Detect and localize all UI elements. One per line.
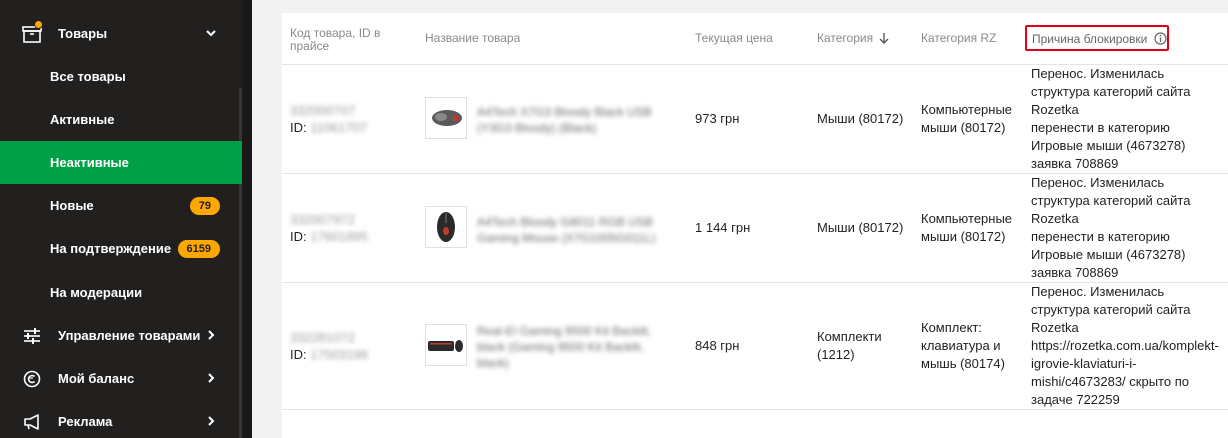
row-id-value: 17601895 [310,229,369,244]
sidebar-edge [242,0,252,438]
product-thumbnail[interactable] [425,97,467,139]
nav-new-label: Новые [50,198,94,213]
row-code: 332281072 [290,330,356,345]
header-price: Текущая цена [695,31,773,45]
row-category-rz: Компьютерные мыши (80172) [921,211,1013,244]
chevron-right-icon [204,414,218,428]
row-id-label: ID: [290,347,307,362]
row-category-rz: Комплект: клавиатура и мышь (80174) [921,320,1005,371]
info-icon[interactable] [1154,32,1167,48]
chevron-right-icon [204,328,218,342]
row-category: Комплекти (1212) [817,329,882,362]
row-reason: Перенос. Изменилась структура категорий … [1031,65,1227,173]
product-thumbnail[interactable] [425,206,467,248]
nav-inactive[interactable]: Неактивные [0,141,242,184]
nav-ads-label: Реклама [58,414,113,429]
reason-line: Перенос. Изменилась [1031,284,1165,299]
header-category[interactable]: Категория [817,32,889,47]
row-id: ID: 17503196 [290,346,368,364]
nav-moderation-label: На модерации [50,285,143,300]
nav-inactive-label: Неактивные [50,155,129,170]
reason-line: задаче 722259 [1031,392,1120,407]
reason-line: Игровые мыши (4673278) [1031,138,1186,153]
nav-all-products[interactable]: Все товары [0,55,242,98]
row-divider [282,409,1228,410]
pending-count-badge: 6159 [177,240,220,258]
balance-icon [22,369,42,389]
reason-line: структура категорий сайта [1031,193,1191,208]
reason-line: igrovie-klaviaturi-i- [1031,356,1137,371]
row-code: 332007972 [290,212,356,227]
reason-line: Перенос. Изменилась [1031,66,1165,81]
megaphone-icon [22,412,42,432]
nav-pending-label: На подтверждение [50,241,172,256]
reason-line: заявка 708869 [1031,265,1119,280]
nav-balance-label: Мой баланс [58,371,135,386]
row-category-rz: Компьютерные мыши (80172) [921,102,1013,135]
reason-line: Rozetka [1031,211,1079,226]
row-price: 1 144 грн [695,220,751,235]
product-name-link[interactable]: Real-El Gaming 9500 Kit Backlit, black (… [477,323,667,371]
row-reason: Перенос. Изменилась структура категорий … [1031,283,1227,409]
row-id-value: 17503196 [310,347,369,362]
nav-ads[interactable]: Реклама [0,400,242,438]
header-name: Название товара [425,31,521,45]
nav-my-balance[interactable]: Мой баланс [0,357,242,400]
row-category: Мыши (80172) [817,220,904,235]
reason-line: перенести в категорию [1031,120,1170,135]
header-category-rz: Категория RZ [921,31,997,45]
product-name-link[interactable]: A4Tech Bloody G8011 RGB USB Gaming Mouse… [477,214,667,246]
nav-moderation[interactable]: На модерации [0,271,242,314]
row-category: Мыши (80172) [817,111,904,126]
new-count-badge: 79 [189,197,220,215]
nav-products-label: Товары [58,26,108,41]
reason-line: структура категорий сайта [1031,302,1191,317]
chevron-down-icon [204,26,218,40]
header-code: Код товара, ID в прайсе [290,26,381,53]
nav-products[interactable]: Товары [0,12,242,55]
product-thumbnail[interactable] [425,324,467,366]
chevron-right-icon [204,371,218,385]
row-reason: Перенос. Изменилась структура категорий … [1031,174,1227,282]
notification-dot [34,19,43,29]
row-code: 332000707 [290,103,356,118]
nav-new[interactable]: Новые 79 [0,184,242,227]
reason-line: https://rozetka.com.ua/komplekt- [1031,338,1219,353]
reason-line: mishi/c4673283/ скрыто по [1031,374,1189,389]
row-id-value: 11061707 [310,120,368,135]
reason-line: Перенос. Изменилась [1031,175,1165,190]
reason-line: Игровые мыши (4673278) [1031,247,1186,262]
nav-active[interactable]: Активные [0,98,242,141]
reason-line: заявка 708869 [1031,156,1119,171]
reason-line: Rozetka [1031,320,1079,335]
row-price: 848 грн [695,338,740,353]
nav-manage-products[interactable]: Управление товарами [0,314,242,357]
reason-line: Rozetka [1031,102,1079,117]
nav-all-products-label: Все товары [50,69,126,84]
nav-manage-label: Управление товарами [58,328,201,343]
header-reason-label: Причина блокировки [1032,32,1148,46]
product-name-link[interactable]: A4Tech X7G3 Bloody Black USB (Y3G3 Blood… [477,104,667,136]
header-reason: Причина блокировки [1032,32,1167,48]
reason-line: структура категорий сайта [1031,84,1191,99]
nav-pending-confirmation[interactable]: На подтверждение 6159 [0,227,242,270]
box-icon [22,19,43,44]
header-category-label: Категория [817,31,874,45]
row-id-label: ID: [290,120,307,135]
row-id: ID: 17601895 [290,228,368,246]
reason-line: перенести в категорию [1031,229,1170,244]
sidebar: Товары Все товары Активные Неактивные Но… [0,0,252,438]
row-price: 973 грн [695,111,740,126]
row-id-label: ID: [290,229,307,244]
products-table: Код товара, ID в прайсе Название товара … [282,13,1228,438]
sliders-icon [22,326,42,346]
row-id: ID: 11061707 [290,119,367,137]
sort-arrow-icon [879,32,889,47]
nav-active-label: Активные [50,112,115,127]
